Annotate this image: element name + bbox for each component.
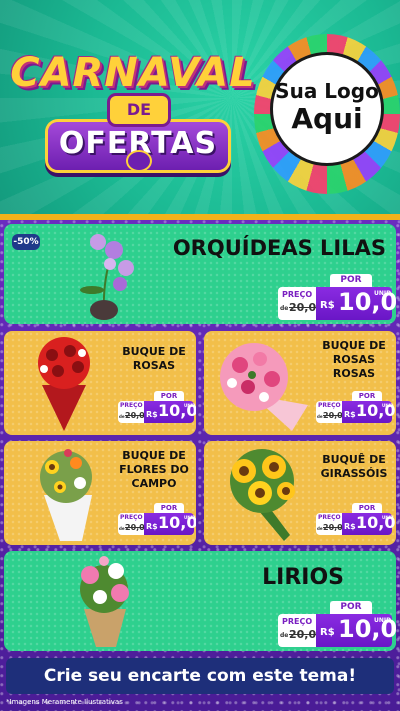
de-label: de: [119, 414, 125, 419]
por-label: POR: [154, 503, 184, 513]
product-card-buque-rosas[interactable]: BUQUE DE ROSAS POR PREÇO de 20,00 R$ 10,…: [4, 331, 196, 435]
price-tag: POR PREÇO de 20,00 R$ 10,00 UNID: [316, 391, 396, 425]
product-card-flores-campo[interactable]: BUQUE DE FLORES DO CAMPO POR PREÇO de 20…: [4, 441, 196, 545]
de-label: de: [280, 632, 289, 639]
price-tag: POR PREÇO de 20,00 R$ 10,00 UNID: [316, 503, 396, 537]
currency: R$: [344, 522, 356, 531]
product-card-lirios[interactable]: LIRIOS POR PREÇO de 20,00 R$ 10,00 UNID: [4, 551, 396, 651]
discount-badge: -50%: [12, 234, 40, 250]
unit-label: UNID: [374, 617, 392, 624]
de-label: de: [317, 526, 323, 531]
por-label: POR: [352, 503, 382, 513]
unit-label: UNID: [374, 290, 392, 297]
unit-label: UNID: [184, 403, 196, 408]
unit-label: UNID: [382, 515, 394, 520]
product-card-buque-rosas-rosas[interactable]: BUQUE DE ROSAS ROSAS POR PREÇO de 20,00 …: [204, 331, 396, 435]
logo-line2: Aqui: [291, 102, 363, 135]
wildflowers-image: [40, 449, 92, 541]
por-label: POR: [352, 391, 382, 401]
de-label: de: [119, 526, 125, 531]
product-name: BUQUE DE ROSAS: [122, 345, 186, 372]
lilies-image: [80, 556, 129, 647]
unit-label: UNID: [184, 515, 196, 520]
preco-label: PREÇO: [318, 402, 341, 409]
currency: R$: [320, 627, 335, 638]
preco-label: PREÇO: [318, 514, 341, 521]
product-card-girassois[interactable]: BUQUÊ DE GIRASSÓIS POR PREÇO de 20,00 R$…: [204, 441, 396, 545]
pink-roses-image: [220, 343, 308, 431]
product-name: BUQUE DE FLORES DO CAMPO: [119, 449, 189, 490]
gold-divider: [0, 214, 400, 220]
red-roses-image: [38, 337, 90, 431]
title-de-text: DE: [110, 96, 168, 124]
price-tag: POR PREÇO de 20,00 R$ 10,00 UNID: [118, 503, 196, 537]
unit-label: UNID: [382, 403, 394, 408]
currency: R$: [146, 410, 158, 419]
product-name: ORQUÍDEAS LILAS: [172, 236, 386, 260]
logo-line1: Sua Logo: [275, 79, 379, 103]
orchid-image: [80, 234, 134, 320]
product-name: BUQUÊ DE GIRASSÓIS: [320, 453, 388, 480]
price-tag: POR PREÇO de 20,00 R$ 10,00 UNID: [278, 601, 396, 649]
disclaimer-text: *Imagens Meramente Ilustrativas: [6, 698, 123, 706]
product-name: LIRIOS: [262, 565, 344, 590]
logo-placeholder[interactable]: Sua Logo Aqui: [270, 52, 384, 166]
currency: R$: [344, 410, 356, 419]
preco-label: PREÇO: [120, 514, 143, 521]
tambourine-icon: [126, 150, 152, 172]
title-carnaval-text: CARNAVAL: [10, 50, 256, 96]
de-label: de: [317, 414, 323, 419]
de-label: de: [280, 305, 289, 312]
por-label: POR: [330, 274, 372, 287]
preco-label: PREÇO: [120, 402, 143, 409]
currency: R$: [320, 300, 335, 311]
por-label: POR: [154, 391, 184, 401]
product-name: BUQUE DE ROSAS ROSAS: [322, 339, 386, 380]
cta-banner[interactable]: Crie seu encarte com este tema!: [6, 658, 394, 694]
header-banner: CARNAVAL OFERTAS DE Sua Logo Aqui: [0, 0, 400, 218]
por-label: POR: [330, 601, 372, 614]
product-card-orquideas[interactable]: -50% ORQUÍDEAS LILAS POR PREÇO de 20,00 …: [4, 224, 396, 324]
price-tag: POR PREÇO de 20,00 R$ 10,00 UNID: [118, 391, 196, 425]
currency: R$: [146, 522, 158, 531]
preco-label: PREÇO: [282, 617, 313, 626]
preco-label: PREÇO: [282, 290, 313, 299]
sunflowers-image: [230, 449, 295, 541]
price-tag: POR PREÇO de 20,00 R$ 10,00 UNID: [278, 274, 396, 322]
